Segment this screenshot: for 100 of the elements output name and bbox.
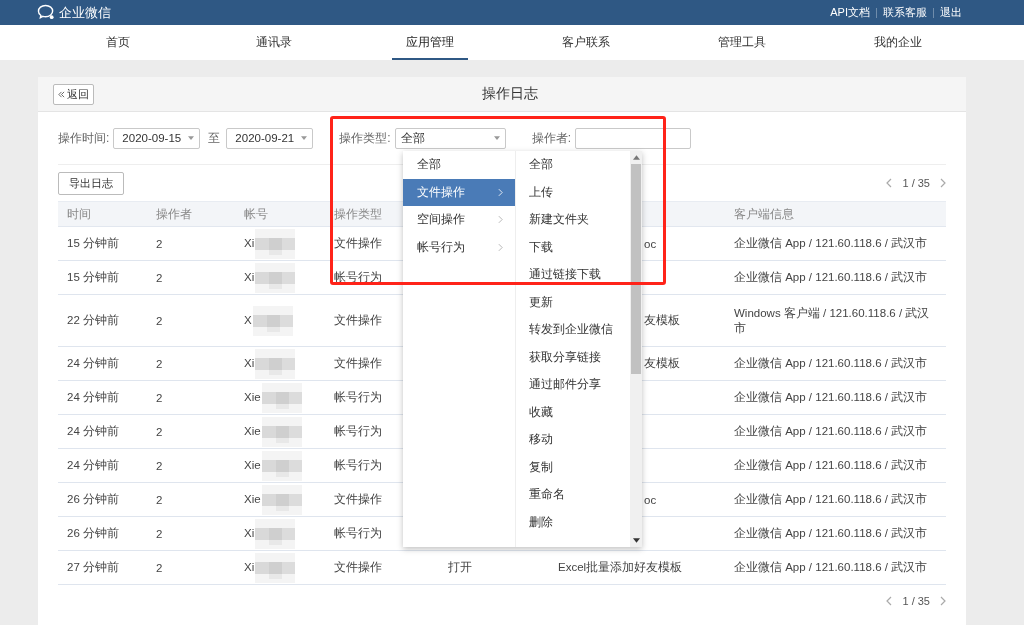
menu-item[interactable]: 下载	[516, 233, 630, 261]
back-button[interactable]: 返回	[53, 83, 94, 105]
page-indicator: 1 / 35	[902, 595, 930, 607]
table-cell: 2	[147, 294, 235, 347]
range-label: 至	[208, 129, 221, 147]
table-cell: 2	[147, 380, 235, 415]
menu-item[interactable]: 全部	[516, 151, 630, 179]
account-text: X	[244, 313, 252, 326]
dropdown-arrow-icon	[493, 136, 500, 140]
table-cell: 打开	[448, 561, 472, 573]
operator-field[interactable]	[575, 127, 692, 149]
account-text: Xie	[244, 492, 261, 505]
brand-name: 企业微信	[59, 3, 111, 22]
menu-item[interactable]: 转发到企业微信	[516, 316, 630, 344]
type-select[interactable]: 全部	[394, 127, 506, 149]
chat-bubble-icon	[37, 4, 56, 21]
account-text: Xie	[244, 390, 261, 403]
date-select[interactable]: 2020-09-21	[226, 127, 314, 149]
nav-tab[interactable]: 通讯录	[196, 25, 352, 60]
menu-item[interactable]: 上传	[516, 178, 630, 206]
menu-item[interactable]: 新建文件夹	[516, 206, 630, 234]
table-cell-text: oc	[643, 237, 657, 250]
scroll-down-icon[interactable]	[632, 538, 640, 543]
dropdown-arrow-icon	[301, 136, 308, 140]
dropdown-arrow-icon	[188, 136, 195, 140]
table-cell: 26 分钟前	[58, 516, 147, 551]
account-text: Xi	[244, 526, 255, 539]
table-cell: Excel批量添加好友模板	[558, 561, 683, 573]
column-header: 时间	[58, 201, 147, 227]
account-text: Xi	[244, 236, 255, 249]
header-link[interactable]: 退出	[934, 5, 968, 20]
account-text: Xi	[244, 356, 255, 369]
menu-item[interactable]: 文件操作	[403, 178, 515, 206]
table-cell: 26 分钟前	[58, 482, 147, 517]
table-cell: 企业微信 App / 121.60.118.6 / 武汉市	[725, 516, 946, 551]
table-cell: 2	[147, 260, 235, 295]
next-page-icon[interactable]	[940, 178, 946, 188]
table-cell: 24 分钟前	[58, 448, 147, 483]
table-cell: Windows 客户端 / 121.60.118.6 / 武汉市	[725, 294, 946, 347]
menu-item[interactable]: 更新	[516, 288, 630, 316]
table-cell: 2	[147, 516, 235, 551]
scrollbar[interactable]	[630, 151, 642, 547]
nav-tab[interactable]: 管理工具	[664, 25, 820, 60]
filter-label: 操作类型:	[339, 129, 391, 147]
nav-tab[interactable]: 客户联系	[508, 25, 664, 60]
header-link[interactable]: API文档	[824, 5, 876, 20]
menu-item[interactable]: 收藏	[516, 398, 630, 426]
table-cell: 企业微信 App / 121.60.118.6 / 武汉市	[725, 550, 946, 585]
table-cell: 22 分钟前	[58, 294, 147, 347]
menu-item[interactable]: 删除	[516, 508, 630, 536]
previous-page-icon[interactable]	[886, 178, 893, 188]
previous-page-icon[interactable]	[886, 596, 893, 606]
menu-item[interactable]: 重命名	[516, 481, 630, 509]
table-cell: 15 分钟前	[58, 226, 147, 261]
header-link[interactable]: 联系客服	[877, 5, 933, 20]
account-text: Xie	[244, 424, 261, 437]
table-cell: 企业微信 App / 121.60.118.6 / 武汉市	[725, 448, 946, 483]
table-cell: 2	[147, 448, 235, 483]
panel-title: 操作日志	[481, 85, 538, 103]
menu-item[interactable]: 全部	[403, 151, 515, 179]
nav-tab[interactable]: 应用管理	[392, 25, 468, 60]
table-cell: 2	[147, 550, 235, 585]
menu-item[interactable]: 复制	[516, 453, 630, 481]
menu-item[interactable]: 移动	[516, 426, 630, 454]
table-cell: 企业微信 App / 121.60.118.6 / 武汉市	[725, 260, 946, 295]
table-cell: 文件操作	[325, 550, 439, 585]
table-cell: 企业微信 App / 121.60.118.6 / 武汉市	[725, 380, 946, 415]
menu-item[interactable]: 获取分享链接	[516, 343, 630, 371]
table-cell: 企业微信 App / 121.60.118.6 / 武汉市	[725, 226, 946, 261]
table-cell: 企业微信 App / 121.60.118.6 / 武汉市	[725, 482, 946, 517]
table-cell-text: oc	[643, 493, 657, 506]
column-header: 客户端信息	[725, 201, 946, 227]
nav-tab[interactable]: 首页	[40, 25, 196, 60]
table-cell: 2	[147, 414, 235, 449]
page-indicator: 1 / 35	[902, 177, 930, 189]
filter-label: 操作时间:	[58, 129, 110, 147]
next-page-icon[interactable]	[940, 596, 946, 606]
table-cell: 24 分钟前	[58, 414, 147, 449]
export-button[interactable]: 导出日志	[58, 171, 124, 195]
table-cell: 2	[147, 226, 235, 261]
double-chevron-left-icon	[58, 90, 65, 98]
table-cell: 15 分钟前	[58, 260, 147, 295]
table-cell-text: 友模板	[643, 314, 680, 326]
account-text: Xi	[244, 270, 255, 283]
mosaic-drawing	[251, 305, 294, 336]
nav-tab[interactable]: 我的企业	[820, 25, 976, 60]
account-text: Xi	[244, 560, 255, 573]
table-cell: 24 分钟前	[58, 380, 147, 415]
table-cell: 企业微信 App / 121.60.118.6 / 武汉市	[725, 346, 946, 381]
date-select[interactable]: 2020-09-15	[113, 127, 201, 149]
menu-item[interactable]: 通过邮件分享	[516, 371, 630, 399]
filter-label: 操作者:	[531, 129, 572, 147]
table-cell: 24 分钟前	[58, 346, 147, 381]
table-cell: 企业微信 App / 121.60.118.6 / 武汉市	[725, 414, 946, 449]
menu-item[interactable]: 通过链接下载	[516, 261, 630, 289]
column-header: 帐号	[235, 201, 325, 227]
account-text: Xie	[244, 458, 261, 471]
table-cell: 2	[147, 346, 235, 381]
table-cell: 2	[147, 482, 235, 517]
scroll-up-icon[interactable]	[632, 155, 640, 160]
